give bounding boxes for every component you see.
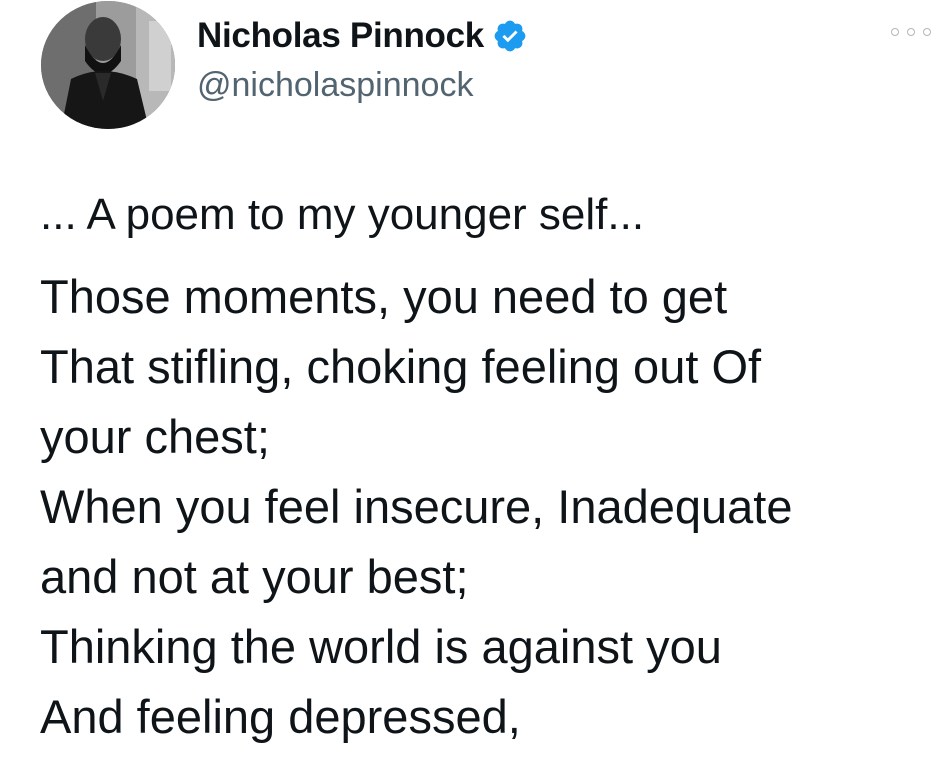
avatar[interactable] — [41, 1, 175, 129]
author-handle[interactable]: @nicholaspinnock — [197, 66, 473, 105]
avatar-photo — [41, 1, 175, 129]
poem-line: and not at your best; — [40, 550, 469, 603]
poem-line: Thinking the world is against you — [40, 620, 722, 673]
poem-line: your chest; — [40, 410, 270, 463]
more-options-button[interactable] — [891, 20, 931, 44]
more-horizontal-icon — [907, 28, 915, 36]
poem-line: When you feel insecure, Inadequate — [40, 480, 793, 533]
author-name-row: Nicholas Pinnock — [197, 12, 528, 60]
tweet-text: ... A poem to my younger self... Those m… — [40, 186, 930, 752]
display-name[interactable]: Nicholas Pinnock — [197, 16, 484, 56]
poem-line: That stifling, choking feeling out Of — [40, 340, 762, 393]
poem-line: And feeling depressed, — [40, 690, 521, 743]
verified-badge-icon — [492, 18, 528, 54]
poem-line: Those moments, you need to get — [40, 270, 728, 323]
more-horizontal-icon — [891, 28, 899, 36]
more-horizontal-icon — [923, 28, 931, 36]
tweet-intro: ... A poem to my younger self... — [40, 190, 645, 239]
